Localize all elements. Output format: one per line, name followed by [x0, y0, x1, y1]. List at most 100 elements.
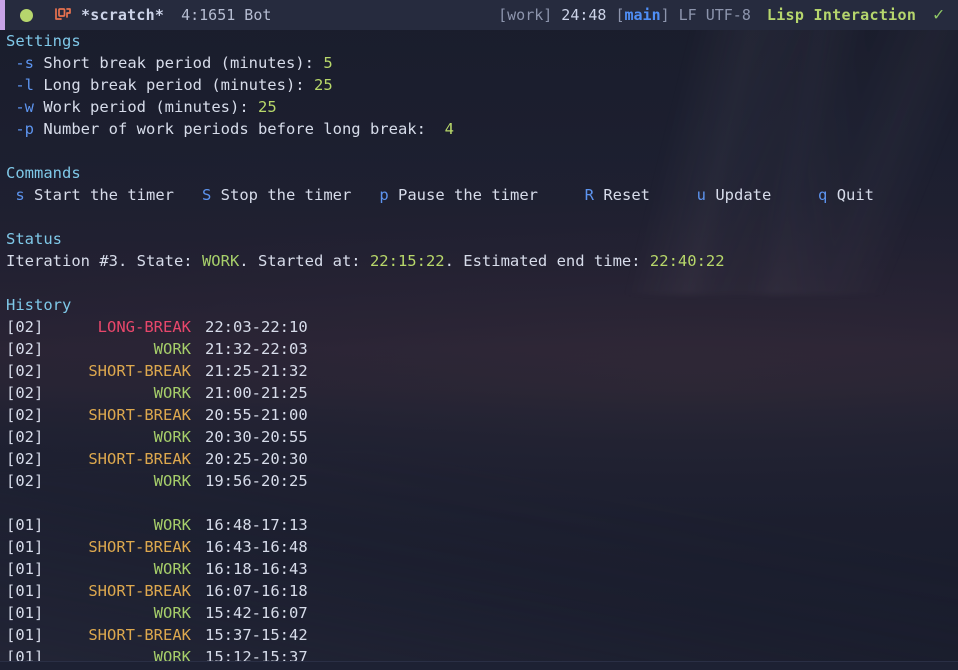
cmd-sep [351, 186, 379, 204]
history-timespan: 21:25-21:32 [205, 362, 308, 380]
lisp-logo-icon [53, 6, 73, 24]
history-timespan: 16:48-17:13 [205, 516, 308, 534]
history-state: WORK [153, 428, 191, 446]
history-iteration: [02] [6, 318, 44, 336]
history-iteration: [01] [6, 582, 44, 600]
status-state-badge: WORK [201, 252, 240, 270]
workspace-label[interactable]: [work] [498, 4, 552, 26]
setting-value[interactable]: 25 [258, 98, 277, 116]
command-key-quit[interactable]: q [818, 186, 827, 204]
history-timespan: 15:37-15:42 [205, 626, 308, 644]
setting-value[interactable]: 5 [323, 54, 332, 72]
vcs-branch[interactable]: main [624, 4, 660, 26]
line-ending: LF [678, 6, 697, 24]
command-label-reset[interactable]: Reset [594, 186, 650, 204]
setting-value[interactable]: 4 [445, 120, 454, 138]
history-timespan: 20:25-20:30 [205, 450, 308, 468]
history-timespan: 16:43-16:48 [205, 538, 308, 556]
setting-flag[interactable]: -w [15, 98, 34, 116]
command-key-update[interactable]: u [697, 186, 706, 204]
history-row[interactable]: [02] WORK 19:56-20:25 [0, 470, 958, 492]
history-state: SHORT-BREAK [88, 406, 191, 424]
setting-row[interactable]: -l Long break period (minutes): 25 [0, 74, 958, 96]
status-end-time: 22:40:22 [649, 252, 725, 270]
cmd-sep [538, 186, 585, 204]
history-heading: History [6, 296, 72, 314]
setting-flag[interactable]: -s [15, 54, 34, 72]
history-row[interactable]: [02] WORK 21:32-22:03 [0, 338, 958, 360]
status-mid: . Started at: [239, 252, 370, 270]
command-key-stop[interactable]: S [202, 186, 211, 204]
history-row[interactable]: [02] WORK 21:00-21:25 [0, 382, 958, 404]
history-row[interactable]: [01] SHORT-BREAK 16:07-16:18 [0, 580, 958, 602]
history-iteration: [02] [6, 450, 44, 468]
command-key-pause[interactable]: p [379, 186, 388, 204]
command-label-stop[interactable]: Stop the timer [211, 186, 352, 204]
header-right-group: [work] 24:48 [main] LF UTF-8 Lisp Intera… [498, 4, 944, 26]
history-state: WORK [153, 516, 191, 534]
history-iteration: [02] [6, 362, 44, 380]
history-timespan: 15:42-16:07 [205, 604, 308, 622]
history-iteration: [01] [6, 626, 44, 644]
encoding: UTF-8 [705, 6, 751, 24]
setting-value[interactable]: 25 [314, 76, 333, 94]
setting-flag[interactable]: -l [15, 76, 34, 94]
timer-clock: 24:48 [561, 6, 607, 24]
history-state: SHORT-BREAK [88, 450, 191, 468]
history-row[interactable]: [01] WORK 16:18-16:43 [0, 558, 958, 580]
check-icon: ✓ [933, 4, 944, 25]
setting-label: Work period (minutes): [34, 98, 258, 116]
history-row[interactable]: [02] SHORT-BREAK 20:25-20:30 [0, 448, 958, 470]
history-iteration: [02] [6, 472, 44, 490]
history-iteration: [02] [6, 384, 44, 402]
command-label-pause[interactable]: Pause the timer [389, 186, 538, 204]
history-timespan: 16:18-16:43 [205, 560, 308, 578]
command-key-start[interactable]: s [15, 186, 24, 204]
major-mode[interactable]: Lisp Interaction [767, 4, 916, 26]
command-label-start[interactable]: Start the timer [25, 186, 174, 204]
history-timespan: 16:07-16:18 [205, 582, 308, 600]
history-state: WORK [153, 340, 191, 358]
status-line: Iteration #3. State: WORK. Started at: 2… [0, 250, 958, 272]
cmd-sep [174, 186, 202, 204]
emacs-frame: *scratch* 4:1651 Bot [work] 24:48 [main]… [0, 0, 958, 670]
setting-flag[interactable]: -p [15, 120, 34, 138]
history-row[interactable]: [02] LONG-BREAK 22:03-22:10 [0, 316, 958, 338]
commands-heading: Commands [6, 164, 81, 182]
history-iteration: [01] [6, 604, 44, 622]
command-key-reset[interactable]: R [585, 186, 594, 204]
command-label-update[interactable]: Update [706, 186, 771, 204]
cmd-sep [771, 186, 818, 204]
history-row[interactable]: [01] WORK 16:48-17:13 [0, 514, 958, 536]
history-row[interactable]: [02] WORK 20:30-20:55 [0, 426, 958, 448]
status-heading: Status [6, 230, 62, 248]
scratch-buffer[interactable]: Settings -s Short break period (minutes)… [0, 30, 958, 670]
history-row[interactable]: [01] SHORT-BREAK 15:37-15:42 [0, 624, 958, 646]
accent-bar [0, 0, 5, 30]
cursor-position: 4:1651 Bot [181, 6, 272, 24]
history-iteration: [01] [6, 516, 44, 534]
history-timespan: 20:30-20:55 [205, 428, 308, 446]
setting-label: Number of work periods before long break… [34, 120, 445, 138]
buffer-name[interactable]: *scratch* [81, 4, 164, 26]
history-timespan: 19:56-20:25 [205, 472, 308, 490]
commands-row: s Start the timer S Stop the timer p Pau… [0, 184, 958, 206]
status-mid-2: . Estimated end time: [444, 252, 650, 270]
history-state: WORK [153, 384, 191, 402]
history-row[interactable]: [02] SHORT-BREAK 20:55-21:00 [0, 404, 958, 426]
history-row[interactable]: [01] SHORT-BREAK 16:43-16:48 [0, 536, 958, 558]
history-state: SHORT-BREAK [88, 538, 191, 556]
history-iteration: [02] [6, 428, 44, 446]
history-state: WORK [153, 560, 191, 578]
history-row[interactable]: [02] SHORT-BREAK 21:25-21:32 [0, 360, 958, 382]
setting-row[interactable]: -s Short break period (minutes): 5 [0, 52, 958, 74]
command-label-quit[interactable]: Quit [827, 186, 874, 204]
setting-row[interactable]: -w Work period (minutes): 25 [0, 96, 958, 118]
history-state: LONG-BREAK [97, 318, 191, 336]
history-row[interactable]: [01] WORK 15:42-16:07 [0, 602, 958, 624]
setting-row[interactable]: -p Number of work periods before long br… [0, 118, 958, 140]
